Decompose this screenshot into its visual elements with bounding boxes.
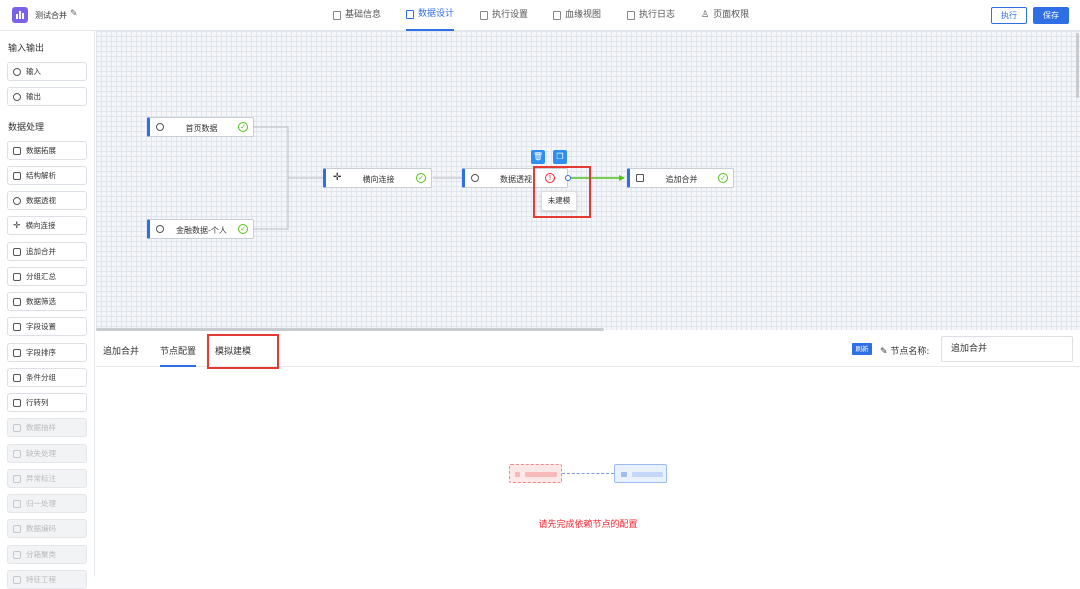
delete-icon[interactable]: 🗑 <box>531 150 545 164</box>
success-check-icon: ✓ <box>416 173 426 183</box>
highlight-box <box>533 166 591 218</box>
success-check-icon: ✓ <box>718 173 728 183</box>
success-check-icon: ✓ <box>238 224 248 234</box>
tab-append-merge[interactable]: 追加合并 <box>103 344 139 357</box>
active-tab-indicator <box>160 365 196 367</box>
node-name-input[interactable]: 追加合并 <box>941 336 1073 362</box>
edit-icon: ✎ <box>880 347 891 357</box>
play-icon <box>156 123 164 131</box>
refresh-button[interactable]: 刷新 <box>852 343 872 355</box>
placeholder-node-current <box>614 464 667 483</box>
eye-icon <box>471 174 479 182</box>
copy-icon[interactable]: ❐ <box>553 150 567 164</box>
highlight-box <box>207 334 279 369</box>
play-icon <box>156 225 164 233</box>
placeholder-node-unconfigured <box>509 464 562 483</box>
canvas-vertical-scrollbar[interactable] <box>1076 33 1079 98</box>
success-check-icon: ✓ <box>238 122 248 132</box>
node-horizontal-join[interactable]: ✛ 横向连接 ✓ <box>323 168 432 188</box>
move-icon: ✛ <box>333 172 342 183</box>
node-finance-data[interactable]: 金融数据-个人 ✓ <box>147 219 254 239</box>
node-name-label: ✎ 节点名称: <box>880 347 930 357</box>
box-icon <box>13 575 21 584</box>
flow-edges <box>254 126 625 230</box>
dependency-hint: 请先完成依赖节点的配置 <box>538 520 638 530</box>
node-append-merge[interactable]: 追加合并 ✓ <box>627 168 734 188</box>
placeholder-link <box>562 473 614 474</box>
calendar-icon <box>636 174 644 182</box>
tab-node-config[interactable]: 节点配置 <box>160 344 196 357</box>
node-home-data[interactable]: 首页数据 ✓ <box>147 117 254 137</box>
